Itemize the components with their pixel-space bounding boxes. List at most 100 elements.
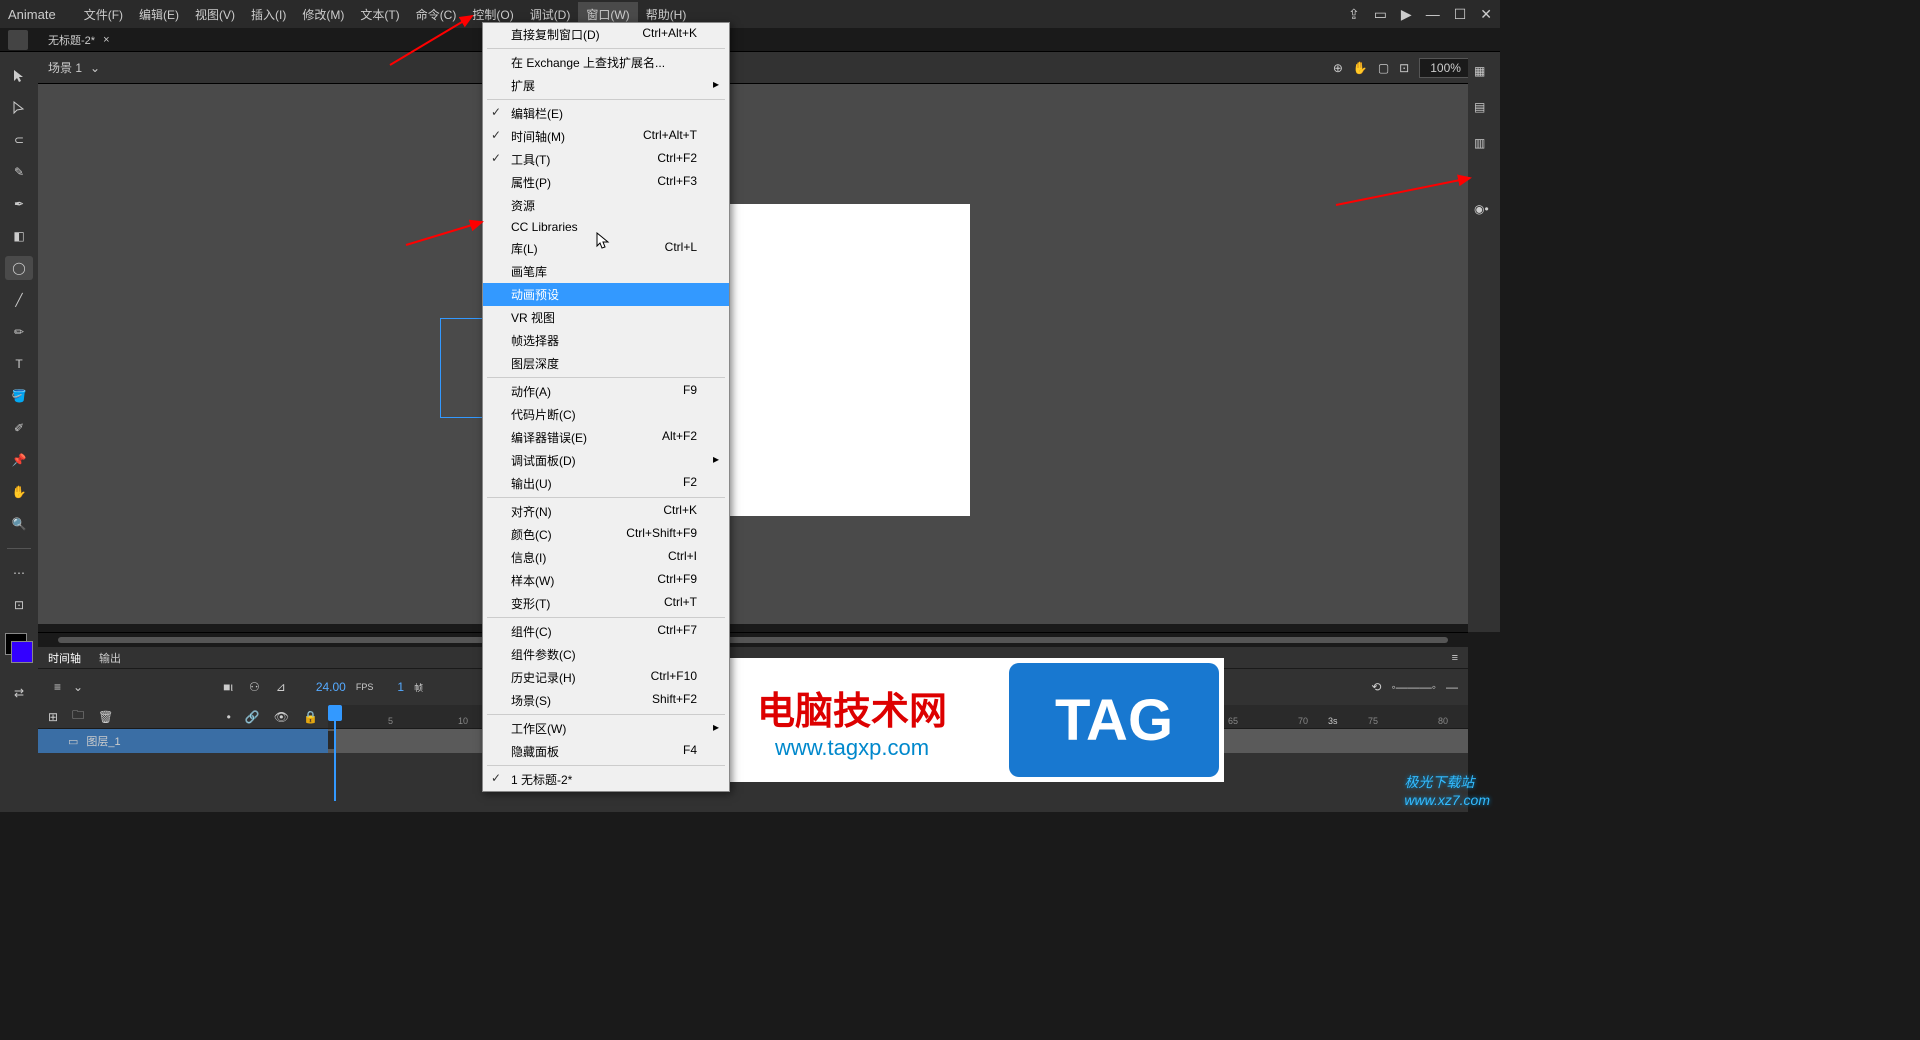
eraser-tool[interactable]: ◧	[5, 224, 33, 248]
dd-doc-untitled[interactable]: ✓1 无标题-2*	[483, 768, 729, 791]
horizontal-scrollbar[interactable]	[38, 633, 1468, 647]
menu-modify[interactable]: 修改(M)	[294, 2, 352, 27]
lasso-tool[interactable]: ⊂	[5, 128, 33, 152]
dd-workspace[interactable]: 工作区(W)▸	[483, 717, 729, 740]
menu-file[interactable]: 文件(F)	[76, 2, 131, 27]
camera-tool[interactable]: 📌	[5, 448, 33, 472]
dd-swatches[interactable]: 样本(W)Ctrl+F9	[483, 569, 729, 592]
dd-components[interactable]: 组件(C)Ctrl+F7	[483, 620, 729, 643]
layer-name-cell[interactable]: ▭ 图层_1	[38, 729, 328, 753]
delete-layer-icon[interactable]: 🗑	[98, 710, 113, 724]
menu-edit[interactable]: 编辑(E)	[131, 2, 187, 27]
dd-layer-depth[interactable]: 图层深度	[483, 352, 729, 375]
playhead[interactable]	[328, 705, 342, 755]
dd-vr-view[interactable]: VR 视图	[483, 306, 729, 329]
dd-frame-picker[interactable]: 帧选择器	[483, 329, 729, 352]
visibility-icon[interactable]: 👁	[274, 710, 289, 724]
loop-icon[interactable]: ⟲	[1371, 680, 1381, 694]
workspace-icon[interactable]: ▭	[1374, 6, 1387, 23]
zoom-tool[interactable]: 🔍	[5, 512, 33, 536]
share-icon[interactable]: ⇪	[1348, 6, 1360, 23]
dd-animation-presets[interactable]: 动画预设	[483, 283, 729, 306]
menu-commands[interactable]: 命令(C)	[408, 2, 465, 27]
menu-insert[interactable]: 插入(I)	[243, 2, 294, 27]
layers-icon[interactable]: ≡	[54, 680, 61, 694]
fit-slider-icon[interactable]: —	[1446, 680, 1458, 694]
dd-compiler-errors[interactable]: 编译器错误(E)Alt+F2	[483, 426, 729, 449]
dd-component-params[interactable]: 组件参数(C)	[483, 643, 729, 666]
play-icon[interactable]: ▶	[1401, 6, 1412, 23]
add-folder-icon[interactable]: 🗀	[72, 706, 84, 727]
dd-transform[interactable]: 变形(T)Ctrl+T	[483, 592, 729, 615]
maximize-icon[interactable]: ☐	[1454, 6, 1467, 23]
fill-color[interactable]	[11, 641, 33, 663]
dd-duplicate-window[interactable]: 直接复制窗口(D)Ctrl+Alt+K	[483, 23, 729, 46]
layer-name[interactable]: 图层_1	[86, 733, 120, 749]
selection-tool[interactable]	[5, 64, 33, 88]
hand-tool[interactable]: ✋	[5, 480, 33, 504]
zoom-level[interactable]: 100%	[1419, 58, 1472, 78]
canvas-area[interactable]	[38, 84, 1468, 624]
scene-label[interactable]: 场景 1	[48, 59, 82, 76]
rotate-icon[interactable]: ✋	[1353, 61, 1368, 75]
close-window-icon[interactable]: ✕	[1480, 6, 1492, 23]
add-layer-icon[interactable]: ⊞	[48, 710, 58, 724]
menu-view[interactable]: 视图(V)	[187, 2, 243, 27]
dd-code-snippets[interactable]: 代码片断(C)	[483, 403, 729, 426]
more-tools-icon[interactable]: ⋯	[5, 561, 33, 585]
lock-icon[interactable]: 🔒	[303, 710, 318, 724]
oval-tool[interactable]: ◯	[5, 256, 33, 280]
close-tab-icon[interactable]: ×	[103, 34, 109, 46]
timeline-slider[interactable]: ◦———◦	[1391, 680, 1436, 694]
graph-icon[interactable]: ⊿	[276, 680, 286, 694]
menu-text[interactable]: 文本(T)	[352, 2, 407, 27]
dd-extensions[interactable]: 扩展▸	[483, 74, 729, 97]
document-tab[interactable]: 无标题-2* ×	[38, 30, 120, 50]
paint-bucket-tool[interactable]: 🪣	[5, 384, 33, 408]
dd-color[interactable]: 颜色(C)Ctrl+Shift+F9	[483, 523, 729, 546]
dd-info[interactable]: 信息(I)Ctrl+I	[483, 546, 729, 569]
eyedropper-tool[interactable]: ✐	[5, 416, 33, 440]
dd-actions[interactable]: 动作(A)F9	[483, 380, 729, 403]
text-tool[interactable]: T	[5, 352, 33, 376]
dd-tools[interactable]: ✓工具(T)Ctrl+F2	[483, 148, 729, 171]
timeline-menu-icon[interactable]: ≡	[1452, 652, 1458, 664]
link-icon[interactable]: 🔗	[245, 710, 260, 724]
dd-find-extensions[interactable]: 在 Exchange 上查找扩展名...	[483, 51, 729, 74]
clip-icon[interactable]: ▢	[1378, 61, 1389, 75]
dd-properties[interactable]: 属性(P)Ctrl+F3	[483, 171, 729, 194]
properties-panel-icon[interactable]: ▦	[1474, 64, 1494, 82]
dd-assets[interactable]: 资源	[483, 194, 729, 217]
options-icon[interactable]: ⊡	[5, 593, 33, 617]
dd-output[interactable]: 输出(U)F2	[483, 472, 729, 495]
assets-panel-icon[interactable]: ▥	[1474, 136, 1494, 154]
dd-align[interactable]: 对齐(N)Ctrl+K	[483, 500, 729, 523]
minimize-icon[interactable]: —	[1426, 6, 1440, 22]
dd-history[interactable]: 历史记录(H)Ctrl+F10	[483, 666, 729, 689]
scene-dropdown-icon[interactable]: ⌄	[90, 61, 100, 75]
dd-scene[interactable]: 场景(S)Shift+F2	[483, 689, 729, 712]
subselection-tool[interactable]	[5, 96, 33, 120]
fit-icon[interactable]: ⊡	[1399, 61, 1409, 75]
chevron-down-icon[interactable]: ⌄	[73, 680, 83, 694]
camera-icon[interactable]: ■ι	[223, 680, 233, 694]
tab-timeline[interactable]: 时间轴	[48, 650, 81, 666]
center-stage-icon[interactable]: ⊕	[1333, 61, 1343, 75]
swap-colors-icon[interactable]: ⇄	[5, 681, 33, 705]
pencil-tool[interactable]: ✏	[5, 320, 33, 344]
library-panel-icon[interactable]: ▤	[1474, 100, 1494, 118]
brush-tool[interactable]: ✎	[5, 160, 33, 184]
dd-debug-panels[interactable]: 调试面板(D)▸	[483, 449, 729, 472]
dd-edit-bar[interactable]: ✓编辑栏(E)	[483, 102, 729, 125]
home-icon[interactable]	[8, 30, 28, 50]
frame-value[interactable]: 1	[397, 680, 404, 694]
highlight-icon[interactable]: •	[227, 710, 231, 724]
tab-output[interactable]: 输出	[99, 650, 121, 666]
layer-parenting-icon[interactable]: ⚇	[249, 680, 260, 694]
line-tool[interactable]: ╱	[5, 288, 33, 312]
pen-tool[interactable]: ✒	[5, 192, 33, 216]
dd-timeline[interactable]: ✓时间轴(M)Ctrl+Alt+T	[483, 125, 729, 148]
presets-panel-icon[interactable]: ◉•	[1474, 202, 1494, 220]
fps-value[interactable]: 24.00	[316, 680, 346, 694]
dd-brush-library[interactable]: 画笔库	[483, 260, 729, 283]
